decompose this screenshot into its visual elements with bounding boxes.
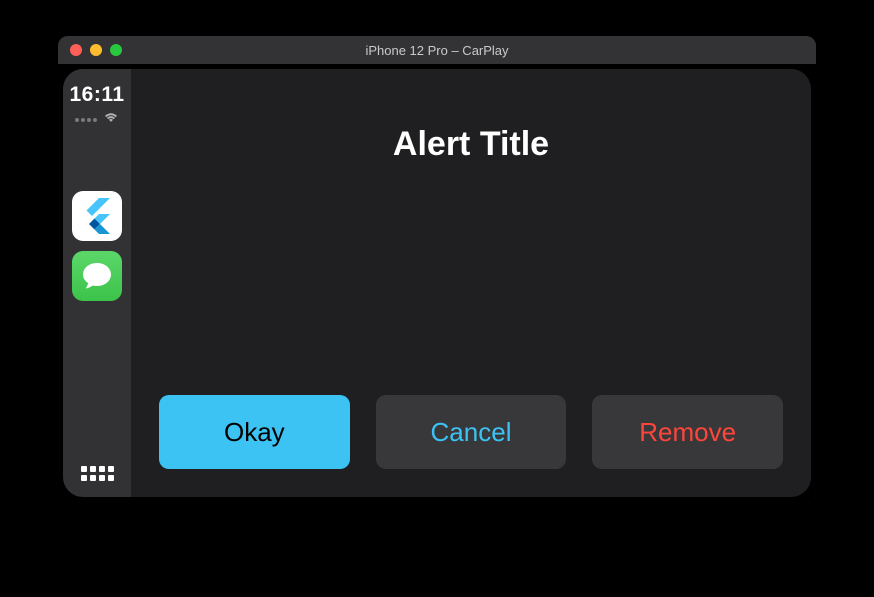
alert-button-row: Okay Cancel Remove <box>159 395 783 469</box>
simulator-window: iPhone 12 Pro – CarPlay 16:11 <box>58 36 816 502</box>
flutter-app-icon[interactable] <box>72 191 122 241</box>
cellular-signal-icon <box>75 118 97 122</box>
app-grid-button[interactable] <box>77 460 118 487</box>
window-title: iPhone 12 Pro – CarPlay <box>58 43 816 58</box>
close-window-button[interactable] <box>70 44 82 56</box>
status-row <box>75 111 119 129</box>
minimize-window-button[interactable] <box>90 44 102 56</box>
messages-app-icon[interactable] <box>72 251 122 301</box>
carplay-sidebar: 16:11 <box>63 69 131 497</box>
remove-button[interactable]: Remove <box>592 395 783 469</box>
titlebar: iPhone 12 Pro – CarPlay <box>58 36 816 64</box>
alert-title: Alert Title <box>159 125 783 164</box>
cancel-button[interactable]: Cancel <box>376 395 567 469</box>
carplay-container: 16:11 <box>58 64 816 502</box>
zoom-window-button[interactable] <box>110 44 122 56</box>
okay-button[interactable]: Okay <box>159 395 350 469</box>
alert-content: Alert Title Okay Cancel Remove <box>131 69 811 497</box>
sidebar-apps <box>72 191 122 301</box>
clock: 16:11 <box>69 83 124 107</box>
carplay-screen: 16:11 <box>63 69 811 497</box>
traffic-lights <box>58 44 122 56</box>
wifi-icon <box>103 111 119 129</box>
